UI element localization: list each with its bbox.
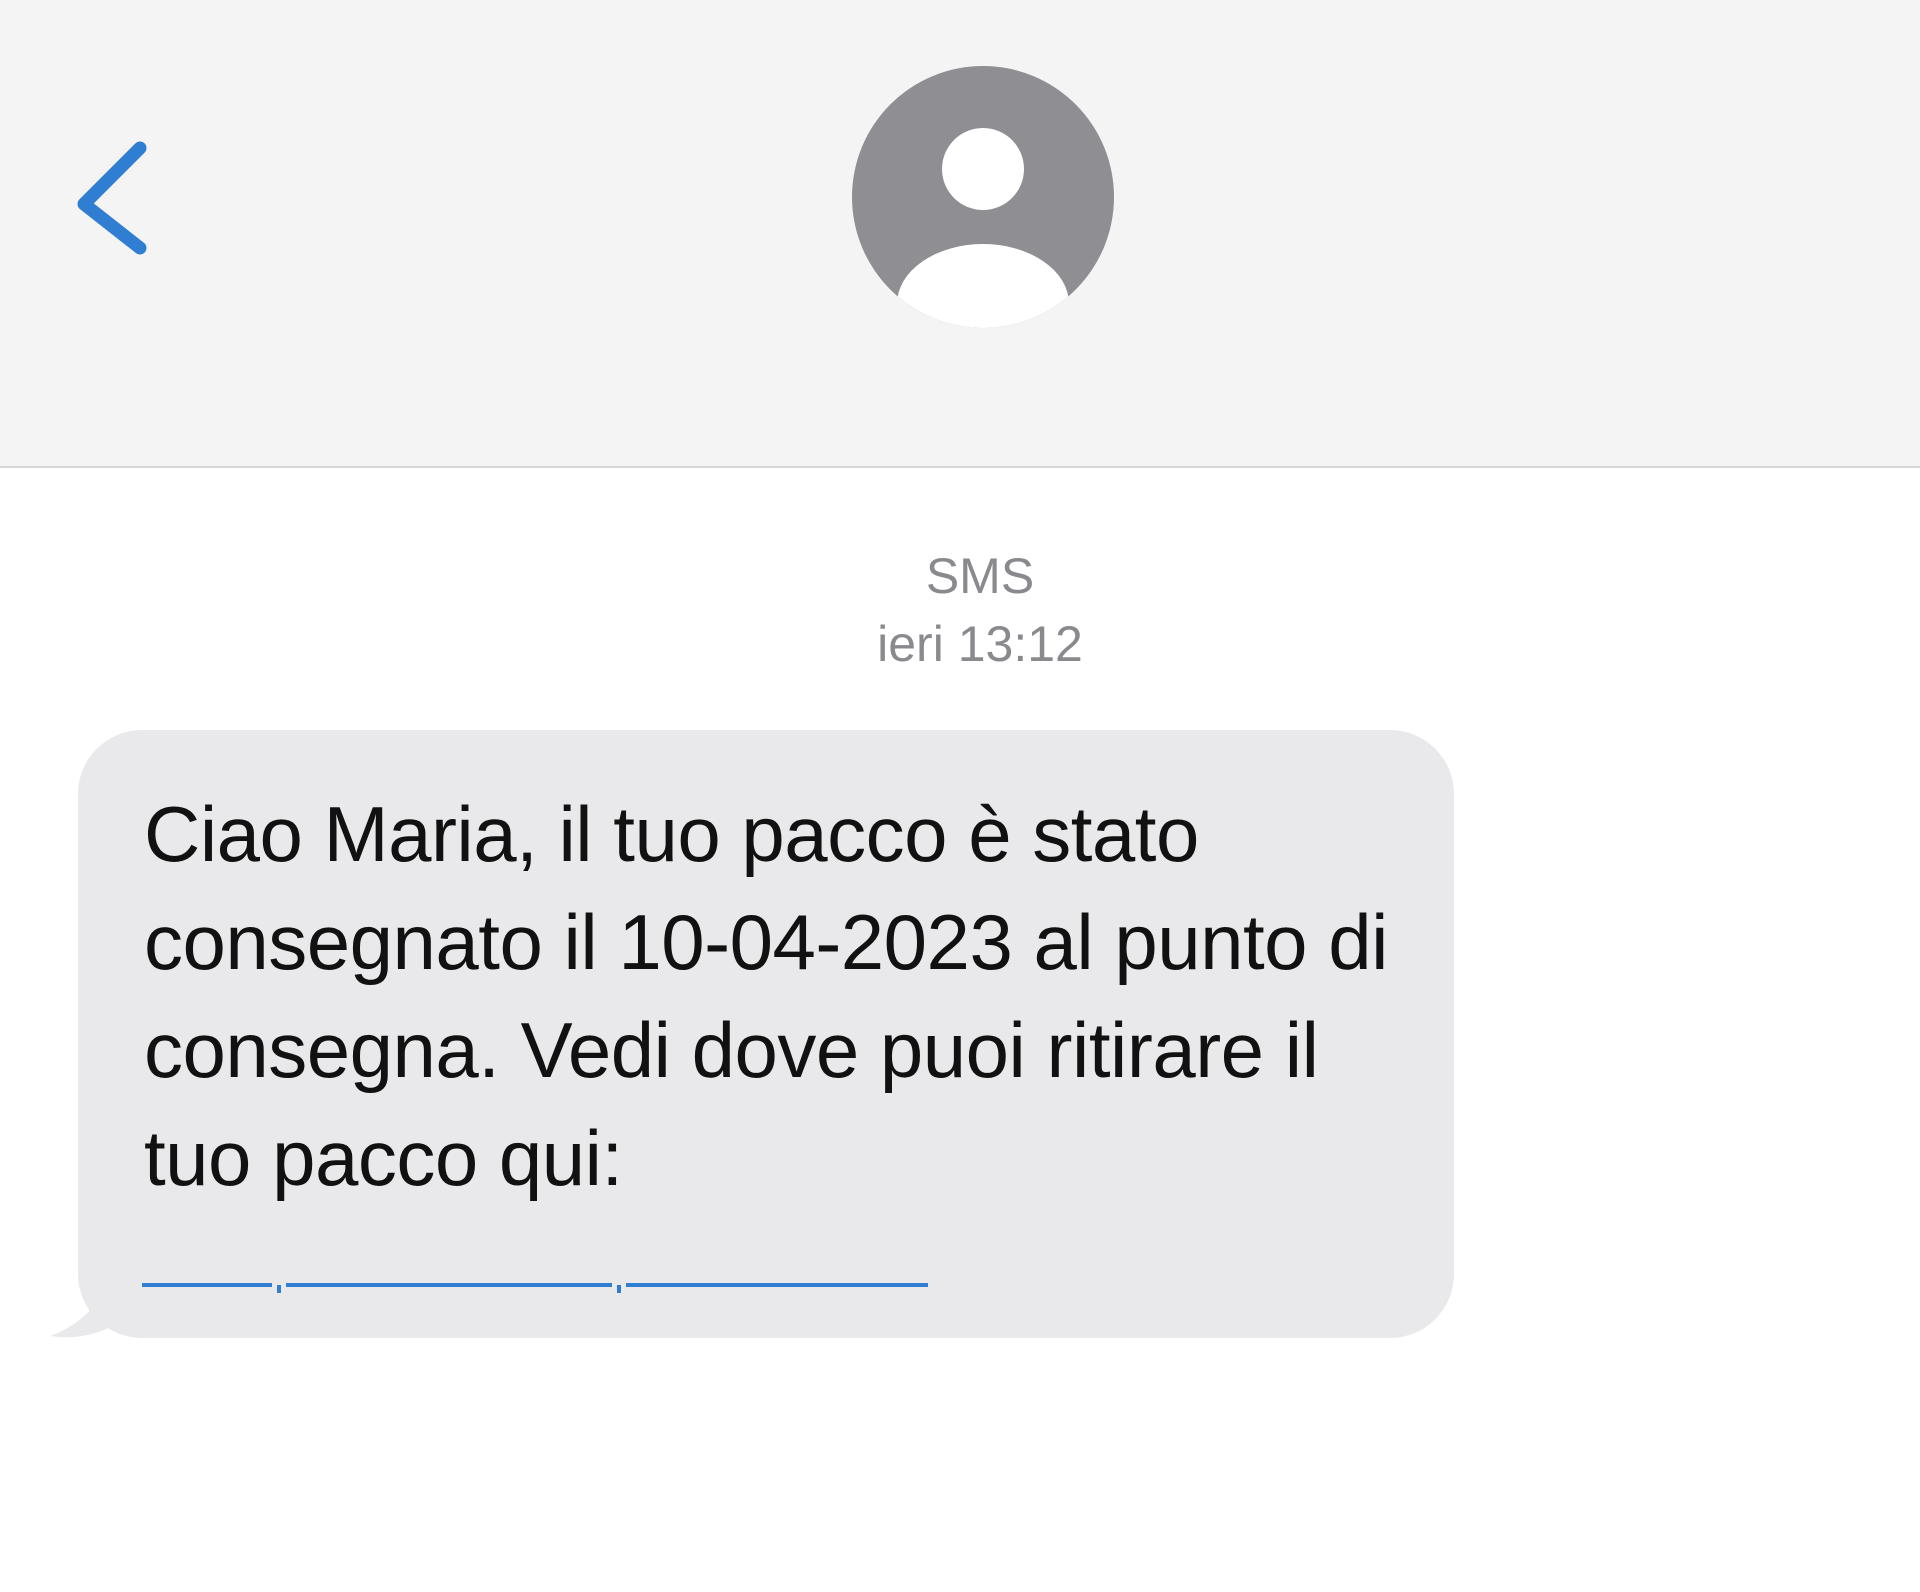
conversation-header — [0, 0, 1920, 468]
message-service-label: SMS — [925, 548, 1035, 604]
redacted-message-link[interactable] — [140, 1276, 930, 1296]
message-timestamp: ieri 13:12 — [877, 616, 1083, 672]
contact-avatar[interactable] — [852, 66, 1114, 328]
incoming-message-bubble[interactable]: Ciao Maria, il tuo pacco è stato consegn… — [78, 730, 1454, 1338]
person-circle-icon — [852, 66, 1114, 328]
message-text: Ciao Maria, il tuo pacco è stato consegn… — [144, 790, 1388, 1202]
back-button[interactable] — [60, 120, 170, 270]
chevron-left-icon — [77, 141, 147, 255]
message-screen: SMS ieri 13:12 Ciao Maria, il tuo pacco … — [0, 0, 1920, 1592]
